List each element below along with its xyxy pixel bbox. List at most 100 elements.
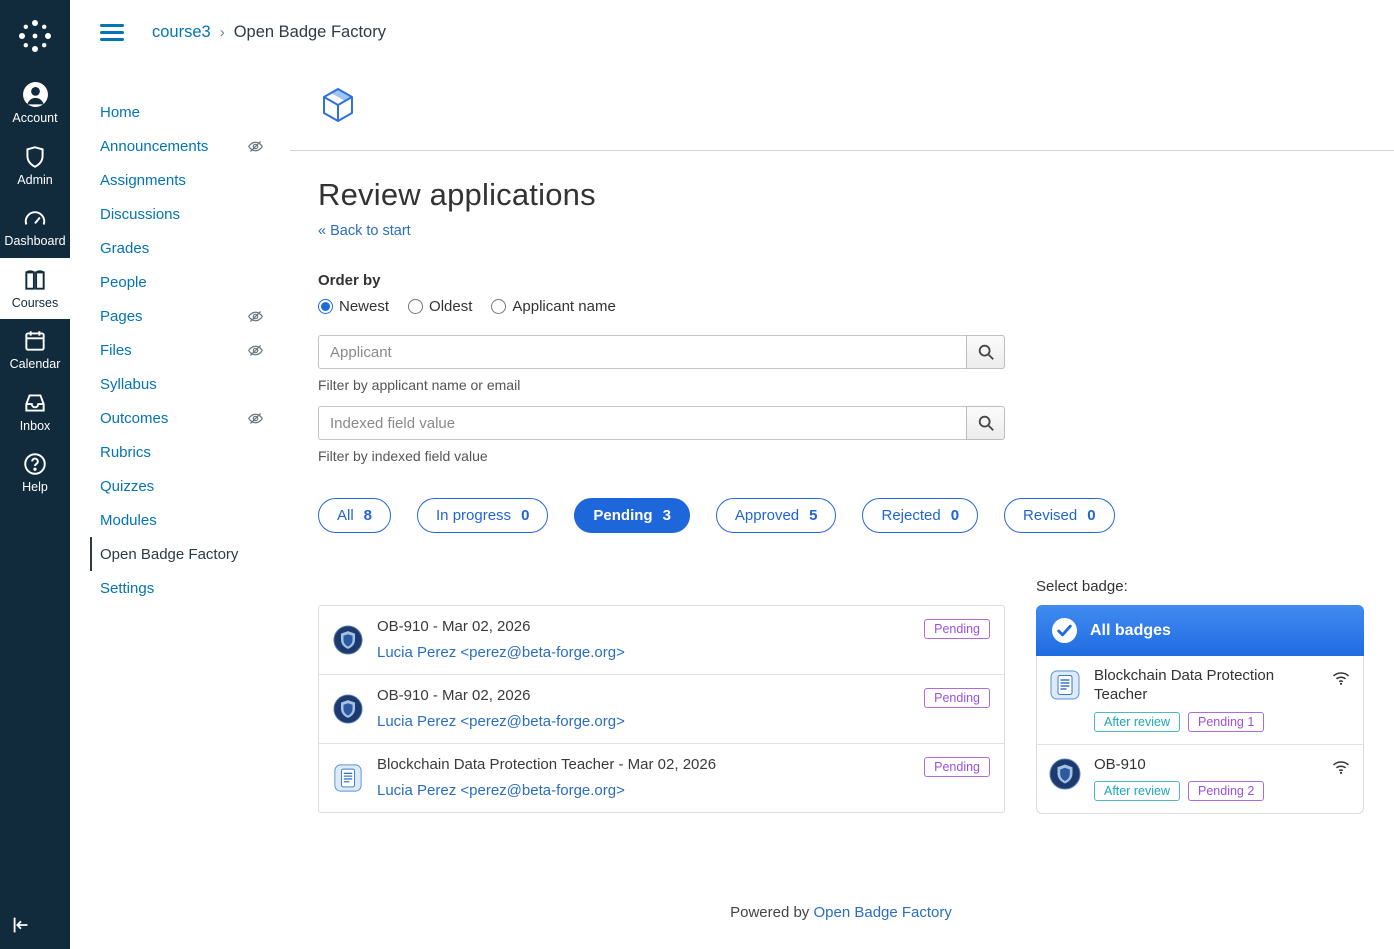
- application-row-text: OB-910 - Mar 02, 2026 Lucia Perez <perez…: [377, 618, 625, 662]
- status-tab-rejected[interactable]: Rejected 0: [862, 498, 979, 533]
- course-nav-modules[interactable]: Modules: [100, 503, 264, 537]
- badge-row[interactable]: Blockchain Data Protection Teacher After…: [1037, 656, 1363, 744]
- badge-tags: After review Pending 1: [1094, 711, 1294, 732]
- radio-label: Newest: [339, 298, 390, 315]
- application-row[interactable]: Blockchain Data Protection Teacher - Mar…: [319, 743, 1004, 812]
- search-icon: [978, 344, 994, 360]
- course-nav-settings[interactable]: Settings: [100, 571, 264, 605]
- course-nav-open-badge-factory[interactable]: Open Badge Factory: [90, 537, 264, 571]
- course-nav-label: Modules: [100, 511, 157, 529]
- application-row[interactable]: OB-910 - Mar 02, 2026 Lucia Perez <perez…: [319, 674, 1004, 743]
- calendar-icon: [25, 331, 45, 351]
- indexed-field-search-button[interactable]: [966, 406, 1005, 440]
- help-icon: [24, 453, 46, 475]
- radio-oldest-input[interactable]: [408, 299, 424, 314]
- canvas-logo[interactable]: [0, 0, 70, 72]
- global-nav-dashboard[interactable]: Dashboard: [0, 196, 70, 258]
- radio-label: Oldest: [429, 298, 473, 315]
- eye-slash-icon: [247, 308, 264, 325]
- footer-obf-link[interactable]: Open Badge Factory: [813, 904, 951, 921]
- search-icon: [978, 415, 994, 431]
- course-nav-grades[interactable]: Grades: [100, 231, 264, 265]
- indexed-filter-row: [318, 406, 1005, 440]
- course-nav-label: Quizzes: [100, 477, 155, 495]
- application-row-text: OB-910 - Mar 02, 2026 Lucia Perez <perez…: [377, 687, 625, 731]
- radio-applicant-name[interactable]: Applicant name: [491, 298, 616, 315]
- radio-oldest[interactable]: Oldest: [408, 298, 472, 315]
- applicant-link[interactable]: Lucia Perez <perez@beta-forge.org>: [377, 644, 625, 661]
- back-to-start-link[interactable]: « Back to start: [318, 223, 411, 239]
- course-nav-label: Open Badge Factory: [100, 545, 239, 563]
- status-badge: Pending: [924, 688, 990, 708]
- app-root: Account Admin Dashboard Courses Calendar: [0, 0, 1394, 949]
- global-nav-label: Help: [22, 480, 48, 494]
- pending-count-badge: Pending 1: [1188, 711, 1265, 732]
- global-nav-label: Calendar: [9, 357, 61, 371]
- course-nav-files[interactable]: Files: [100, 333, 264, 367]
- tab-label: All: [337, 507, 354, 524]
- shield-badge-icon: [1049, 756, 1081, 802]
- radio-newest[interactable]: Newest: [318, 298, 389, 315]
- hamburger-menu-icon[interactable]: [100, 24, 124, 41]
- lower-section: OB-910 - Mar 02, 2026 Lucia Perez <perez…: [318, 578, 1364, 815]
- tab-label: Approved: [734, 507, 800, 524]
- global-nav-calendar[interactable]: Calendar: [0, 319, 70, 381]
- inbox-icon: [25, 393, 45, 412]
- application-row[interactable]: OB-910 - Mar 02, 2026 Lucia Perez <perez…: [319, 606, 1004, 674]
- pending-count-badge: Pending 2: [1188, 781, 1265, 802]
- global-nav-inbox[interactable]: Inbox: [0, 381, 70, 443]
- breadcrumb-course-link[interactable]: course3: [152, 23, 211, 42]
- tab-count: 0: [950, 507, 960, 524]
- course-nav-quizzes[interactable]: Quizzes: [100, 469, 264, 503]
- course-nav-people[interactable]: People: [100, 265, 264, 299]
- global-nav-courses[interactable]: Courses: [0, 257, 70, 319]
- radio-newest-input[interactable]: [318, 299, 333, 314]
- indexed-field-input[interactable]: [318, 406, 966, 440]
- main-content: Review applications « Back to start Orde…: [290, 65, 1394, 949]
- course-nav-label: Settings: [100, 579, 155, 597]
- breadcrumb: course3 › Open Badge Factory: [152, 23, 386, 42]
- course-nav-syllabus[interactable]: Syllabus: [100, 367, 264, 401]
- status-tab-pending[interactable]: Pending 3: [574, 498, 690, 533]
- course-nav-home[interactable]: Home: [100, 95, 264, 129]
- applicant-link[interactable]: Lucia Perez <perez@beta-forge.org>: [377, 782, 625, 799]
- status-badge: Pending: [924, 619, 990, 639]
- global-nav-label: Inbox: [19, 418, 51, 433]
- course-nav-outcomes[interactable]: Outcomes: [100, 401, 264, 435]
- status-tab-revised[interactable]: Revised 0: [1004, 498, 1115, 533]
- badge-row[interactable]: OB-910 After review Pending 2: [1037, 743, 1363, 814]
- tab-label: Pending: [593, 507, 653, 524]
- all-badges-label: All badges: [1090, 621, 1171, 639]
- all-badges-button[interactable]: All badges: [1036, 605, 1364, 656]
- applicant-search-button[interactable]: [966, 335, 1005, 369]
- applications-list: OB-910 - Mar 02, 2026 Lucia Perez <perez…: [318, 605, 1005, 813]
- tab-count: 0: [521, 507, 530, 524]
- status-tab-approved[interactable]: Approved 5: [715, 498, 837, 533]
- doc-badge-icon: [1049, 667, 1081, 732]
- global-nav-label: Courses: [11, 295, 59, 310]
- status-tab-all[interactable]: All 8: [318, 498, 392, 533]
- course-nav-label: People: [100, 273, 147, 291]
- badge-tags: After review Pending 2: [1094, 781, 1265, 802]
- course-nav-discussions[interactable]: Discussions: [100, 197, 264, 231]
- collapse-nav-button[interactable]: [10, 914, 32, 941]
- footer-text: Powered by: [730, 904, 814, 922]
- course-nav-announcements[interactable]: Announcements: [100, 129, 264, 163]
- user-icon: [22, 82, 48, 107]
- global-nav-admin[interactable]: Admin: [0, 135, 70, 197]
- global-nav-help[interactable]: Help: [0, 442, 70, 504]
- radio-applicant-name-input[interactable]: [491, 299, 507, 314]
- global-nav-label: Dashboard: [4, 234, 66, 248]
- global-nav-account[interactable]: Account: [0, 72, 70, 135]
- applicant-search-input[interactable]: [318, 335, 966, 369]
- course-nav-rubrics[interactable]: Rubrics: [100, 435, 264, 469]
- applicant-link[interactable]: Lucia Perez <perez@beta-forge.org>: [377, 713, 625, 730]
- order-by-label: Order by: [318, 272, 381, 289]
- course-nav-pages[interactable]: Pages: [100, 299, 264, 333]
- shield-badge-icon: [333, 625, 363, 655]
- status-tab-in-progress[interactable]: In progress 0: [417, 498, 549, 533]
- course-nav-assignments[interactable]: Assignments: [100, 163, 264, 197]
- doc-badge-icon: [333, 763, 363, 793]
- course-nav-label: Pages: [100, 307, 143, 325]
- indexed-filter-help: Filter by indexed field value: [318, 448, 488, 464]
